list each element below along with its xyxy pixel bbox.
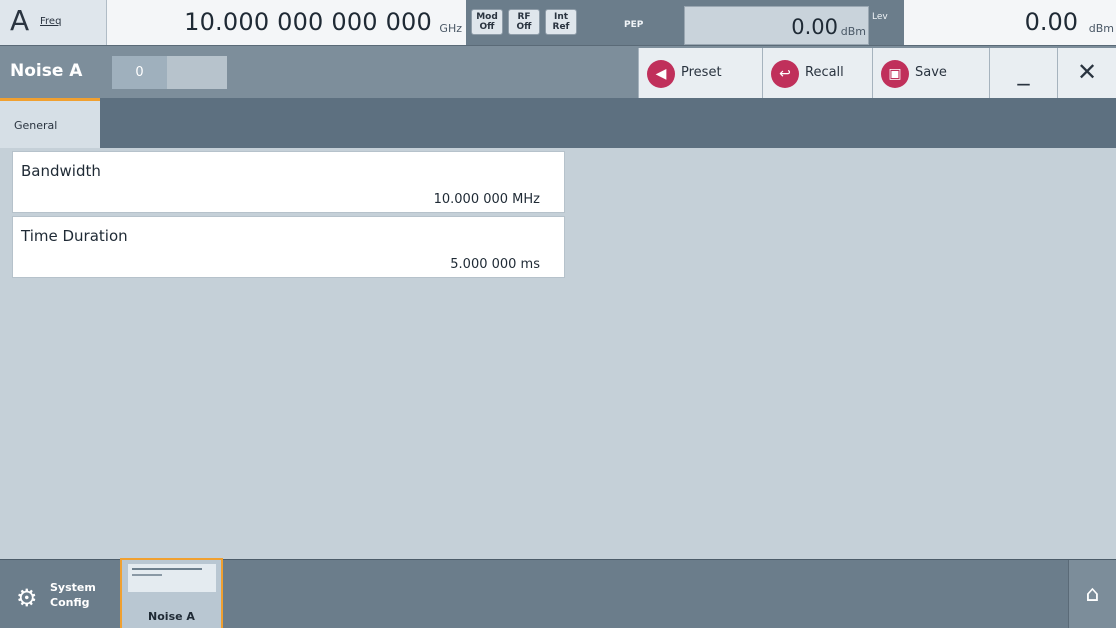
recall-icon: ↩ [771, 60, 799, 88]
frequency-field[interactable]: 10.000 000 000 000 GHz [106, 0, 466, 45]
dialog-titlebar: Noise A 0 ◀ Preset ↩ Recall ▣ Save _ ✕ [0, 45, 1116, 99]
close-button[interactable]: ✕ [1057, 48, 1116, 99]
mod-state: Off [479, 22, 495, 32]
system-config-line2: Config [50, 596, 90, 609]
tab-general[interactable]: General [0, 98, 100, 148]
preset-label: Preset [681, 65, 722, 80]
save-icon: ▣ [881, 60, 909, 88]
freq-label[interactable]: Freq [40, 16, 61, 27]
home-button[interactable]: ⌂ [1068, 560, 1116, 628]
bandwidth-value: 10.000 000 MHz [433, 192, 540, 207]
system-config-label: System Config [50, 580, 96, 610]
time-duration-field[interactable]: Time Duration 5.000 000 ms [12, 216, 565, 278]
rf-toggle[interactable]: RF Off [508, 9, 540, 35]
instance-index: 0 [112, 56, 167, 89]
bandwidth-field[interactable]: Bandwidth 10.000 000 MHz [12, 151, 565, 213]
status-bar: A Freq 10.000 000 000 000 GHz Mod Off RF… [0, 0, 1116, 45]
save-button[interactable]: ▣ Save [872, 48, 989, 99]
ref-label: Int [553, 12, 569, 22]
mod-toggle[interactable]: Mod Off [471, 9, 503, 35]
system-config-button[interactable]: ⚙ System Config [0, 560, 120, 628]
frequency-value: 10.000 000 000 000 [184, 8, 432, 36]
ref-toggle[interactable]: Int Ref [545, 9, 577, 35]
pep-unit: dBm [840, 25, 866, 38]
pep-field: 0.00 dBm [684, 6, 869, 45]
pep-value: 0.00 [791, 15, 838, 39]
channel-letter: A [10, 4, 30, 37]
gear-icon: ⚙ [16, 584, 38, 612]
task-thumbnail [128, 564, 216, 592]
instance-selector[interactable]: 0 [112, 56, 227, 89]
preset-icon: ◀ [647, 60, 675, 88]
noise-task-label: Noise A [148, 610, 195, 623]
channel-indicator[interactable]: A Freq [0, 0, 106, 45]
home-icon: ⌂ [1085, 582, 1100, 607]
recall-label: Recall [805, 65, 844, 80]
taskbar: ⚙ System Config Noise A ⌂ [0, 558, 1116, 628]
level-label: Lev [872, 12, 888, 22]
pep-label: PEP [624, 20, 644, 30]
tab-bar: General [0, 98, 1116, 148]
dialog-title: Noise A [10, 61, 83, 81]
noise-task-button[interactable]: Noise A [120, 558, 223, 628]
ref-state: Ref [552, 22, 570, 32]
level-value: 0.00 [1024, 8, 1078, 36]
recall-button[interactable]: ↩ Recall [762, 48, 872, 99]
save-label: Save [915, 65, 947, 80]
level-field[interactable]: 0.00 dBm [904, 0, 1116, 45]
level-unit: dBm [1088, 22, 1114, 35]
mod-label: Mod [476, 12, 498, 22]
rf-state: Off [516, 22, 532, 32]
bandwidth-label: Bandwidth [21, 162, 101, 180]
rf-label: RF [517, 12, 531, 22]
time-duration-value: 5.000 000 ms [450, 257, 540, 272]
frequency-unit: GHz [439, 22, 462, 35]
preset-button[interactable]: ◀ Preset [638, 48, 762, 99]
time-duration-label: Time Duration [21, 227, 128, 245]
system-config-line1: System [50, 581, 96, 594]
minimize-button[interactable]: _ [989, 48, 1057, 99]
